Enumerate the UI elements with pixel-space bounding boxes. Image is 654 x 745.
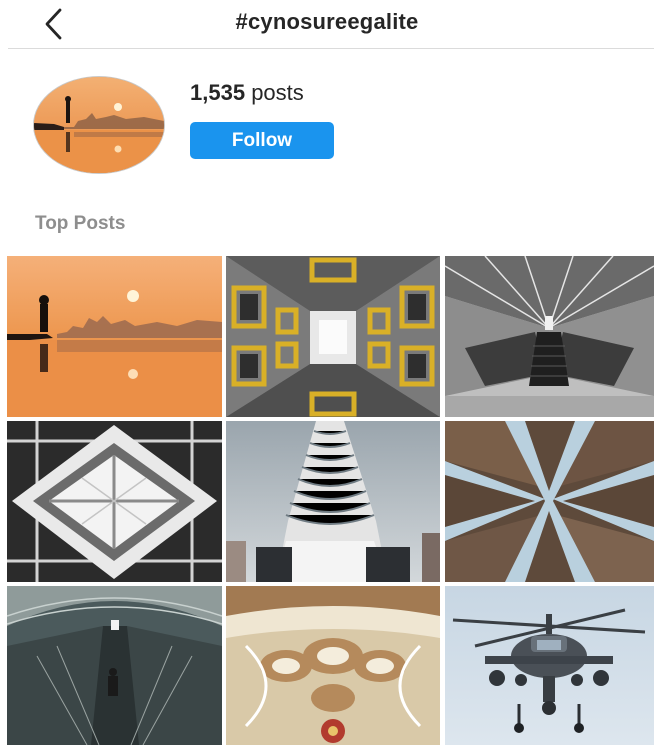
post-thumbnail-skyscraper[interactable]: [226, 421, 440, 582]
posts-label: posts: [251, 80, 304, 105]
posts-count-text: 1,535 posts: [190, 80, 304, 106]
hashtag-title: #cynosureegalite: [235, 9, 419, 34]
post-thumbnail-church-ceiling[interactable]: [226, 586, 440, 745]
post-thumbnail-skylight[interactable]: [7, 421, 222, 582]
post-thumbnail-helicopter[interactable]: [445, 586, 654, 745]
post-thumbnail-courtyard[interactable]: [226, 256, 440, 417]
posts-count: 1,535: [190, 80, 246, 105]
top-bar: #cynosureegalite: [0, 0, 654, 48]
post-thumbnail-streets-up[interactable]: [445, 421, 654, 582]
post-thumbnail-escalator[interactable]: [445, 256, 654, 417]
post-thumbnail-sunset[interactable]: [7, 256, 222, 417]
top-posts-heading: Top Posts: [35, 213, 126, 234]
hashtag-avatar: [33, 76, 165, 174]
post-thumbnail-metro[interactable]: [7, 586, 222, 745]
header-divider: [8, 48, 654, 49]
follow-button[interactable]: Follow: [190, 122, 334, 159]
